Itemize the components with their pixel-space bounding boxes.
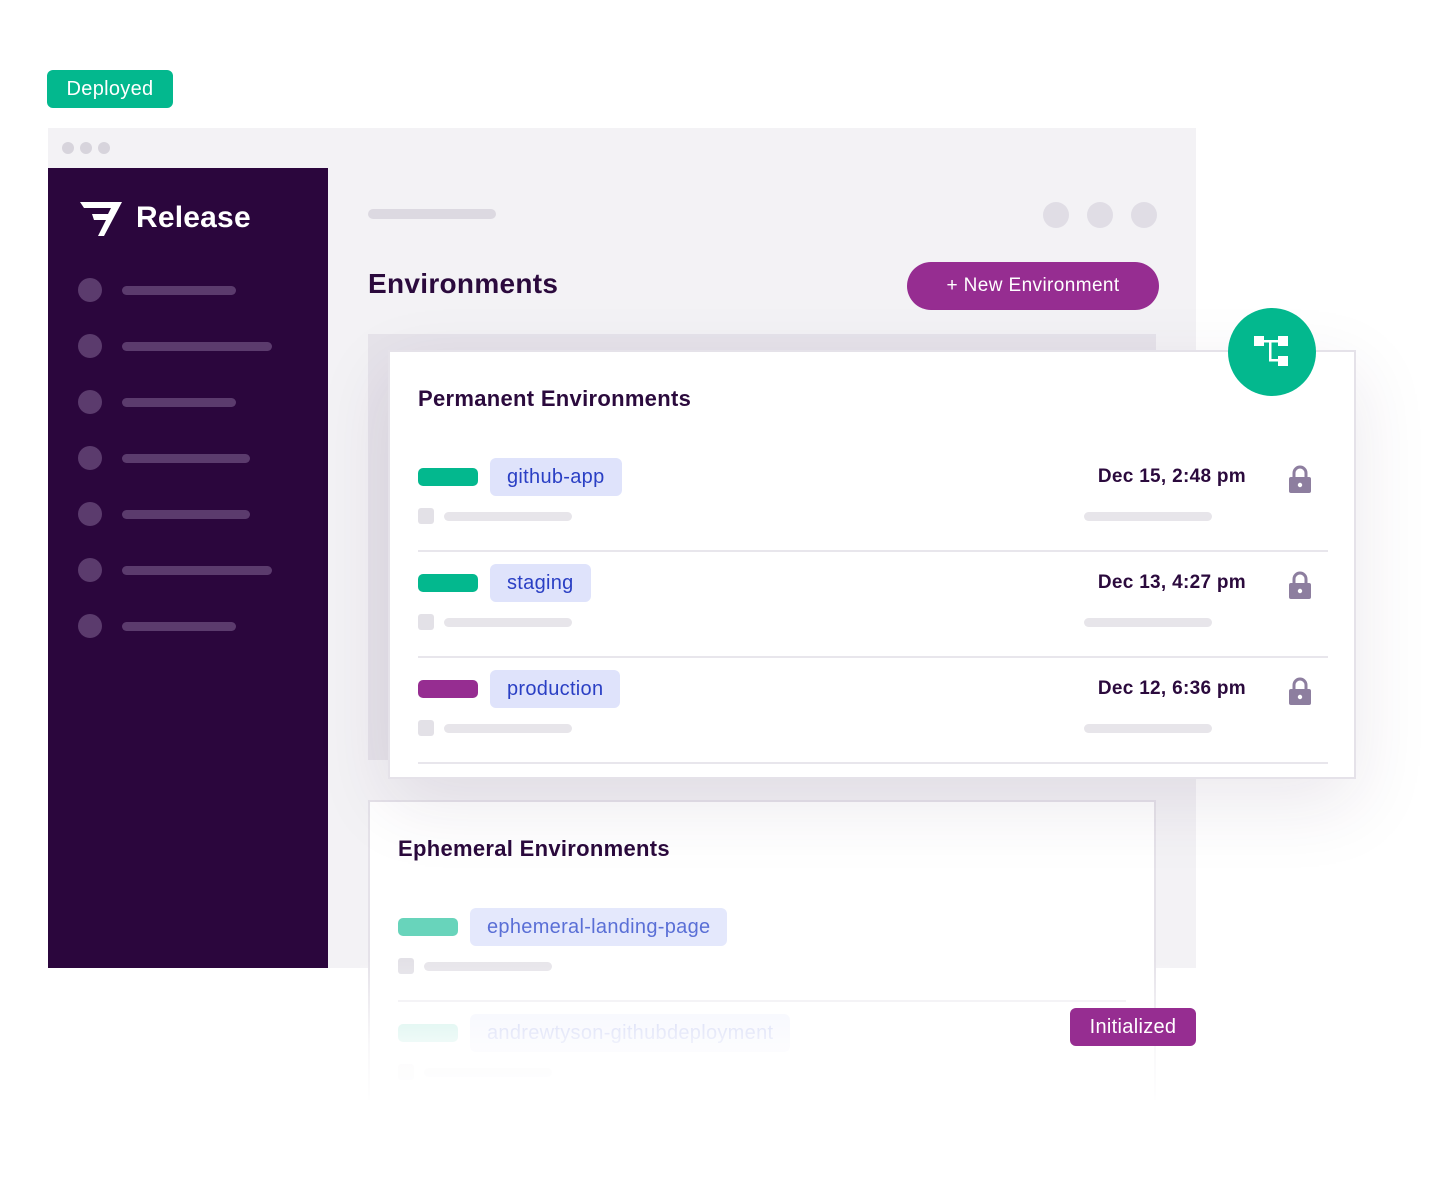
- environment-name-tag[interactable]: production: [490, 670, 621, 708]
- status-indicator: [418, 468, 478, 486]
- window-dot[interactable]: [62, 142, 74, 154]
- status-indicator: [398, 918, 458, 936]
- status-indicator: [418, 574, 478, 592]
- row-date-placeholder: [1084, 512, 1212, 521]
- row-meta-icon: [418, 508, 434, 524]
- sidebar-nav-item[interactable]: [78, 446, 250, 470]
- lock-icon[interactable]: [1288, 676, 1312, 706]
- nav-item-label-placeholder: [122, 453, 250, 463]
- sidebar-nav-item[interactable]: [78, 614, 236, 638]
- nav-item-label-placeholder: [122, 621, 236, 631]
- nav-item-icon: [78, 558, 102, 582]
- nav-item-label-placeholder: [122, 341, 272, 351]
- lock-icon[interactable]: [1288, 464, 1312, 494]
- environment-row[interactable]: github-app Dec 15, 2:48 pm: [418, 446, 1328, 552]
- row-meta-placeholder: [444, 618, 572, 627]
- status-indicator: [418, 680, 478, 698]
- window-dot[interactable]: [80, 142, 92, 154]
- nav-item-label-placeholder: [122, 565, 272, 575]
- lock-icon[interactable]: [1288, 570, 1312, 600]
- environment-name-tag[interactable]: github-app: [490, 458, 622, 496]
- sidebar-nav-item[interactable]: [78, 390, 236, 414]
- deployed-badge: Deployed: [47, 70, 173, 108]
- sidebar-nav-item[interactable]: [78, 558, 272, 582]
- breadcrumb-placeholder: [368, 209, 496, 219]
- nav-item-icon: [78, 446, 102, 470]
- header-avatar[interactable]: [1131, 202, 1157, 228]
- row-meta-placeholder: [444, 724, 572, 733]
- nav-item-icon: [78, 278, 102, 302]
- nav-item-icon: [78, 334, 102, 358]
- nav-item-icon: [78, 502, 102, 526]
- sidebar-nav-item[interactable]: [78, 334, 272, 358]
- initialized-badge: Initialized: [1070, 1008, 1196, 1046]
- environment-row[interactable]: staging Dec 13, 4:27 pm: [418, 552, 1328, 658]
- header-icon-button[interactable]: [1087, 202, 1113, 228]
- row-meta-icon: [418, 720, 434, 736]
- brand-logo[interactable]: Release: [78, 198, 251, 238]
- nav-item-label-placeholder: [122, 509, 250, 519]
- brand-name: Release: [136, 201, 251, 234]
- header-icon-button[interactable]: [1043, 202, 1069, 228]
- environment-row[interactable]: production Dec 12, 6:36 pm: [418, 658, 1328, 764]
- nav-item-icon: [78, 614, 102, 638]
- environment-date: Dec 15, 2:48 pm: [1097, 466, 1246, 487]
- ephemeral-environments-title: Ephemeral Environments: [398, 836, 670, 861]
- sidebar-nav-item[interactable]: [78, 502, 250, 526]
- environment-date: Dec 13, 4:27 pm: [1097, 572, 1246, 593]
- nav-item-label-placeholder: [122, 397, 236, 407]
- row-meta-icon: [418, 614, 434, 630]
- sidebar-nav-item[interactable]: [78, 278, 236, 302]
- environment-date: Dec 12, 6:36 pm: [1097, 678, 1246, 699]
- row-meta-placeholder: [444, 512, 572, 521]
- release-logo-icon: [80, 202, 122, 236]
- permanent-environments-card: Permanent Environments github-app Dec 15…: [388, 350, 1356, 779]
- row-date-placeholder: [1084, 724, 1212, 733]
- page-title: Environments: [368, 268, 559, 299]
- nav-item-label-placeholder: [122, 285, 236, 295]
- branch-icon: [1254, 336, 1288, 366]
- window-controls: [62, 142, 110, 154]
- row-date-placeholder: [1084, 618, 1212, 627]
- permanent-environments-title: Permanent Environments: [418, 386, 692, 411]
- branch-badge: [1228, 308, 1316, 396]
- fade-overlay: [360, 960, 1170, 1110]
- sidebar: Release: [48, 168, 328, 968]
- environment-name-tag[interactable]: ephemeral-landing-page: [470, 908, 728, 946]
- new-environment-button[interactable]: + New Environment: [907, 262, 1159, 310]
- environment-name-tag[interactable]: staging: [490, 564, 591, 602]
- window-dot[interactable]: [98, 142, 110, 154]
- nav-item-icon: [78, 390, 102, 414]
